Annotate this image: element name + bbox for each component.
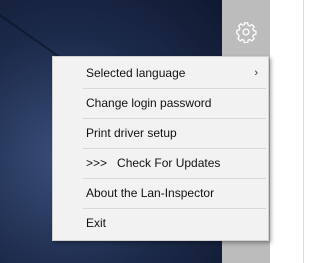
menu-item-about[interactable]: About the Lan-Inspector [53, 179, 268, 208]
gear-icon [236, 22, 257, 43]
content-border [303, 0, 304, 263]
menu-item-label: Print driver setup [86, 126, 177, 140]
menu-item-label: Selected language [86, 66, 186, 80]
menu-item-label: >>> Check For Updates [86, 156, 221, 170]
menu-item-label: Exit [86, 216, 107, 230]
menu-item-label: Change login password [86, 96, 212, 110]
menu-item-label: About the Lan-Inspector [86, 186, 215, 200]
chevron-right-icon: › [254, 67, 258, 79]
menu-item-change-login-password[interactable]: Change login password [53, 89, 268, 118]
menu-item-check-for-updates[interactable]: >>> Check For Updates [53, 149, 268, 178]
settings-button[interactable] [222, 10, 270, 54]
menu-item-print-driver-setup[interactable]: Print driver setup [53, 119, 268, 148]
menu-item-exit[interactable]: Exit [53, 209, 268, 238]
settings-context-menu: Selected language › Change login passwor… [52, 56, 269, 241]
menu-item-selected-language[interactable]: Selected language › [53, 59, 268, 88]
